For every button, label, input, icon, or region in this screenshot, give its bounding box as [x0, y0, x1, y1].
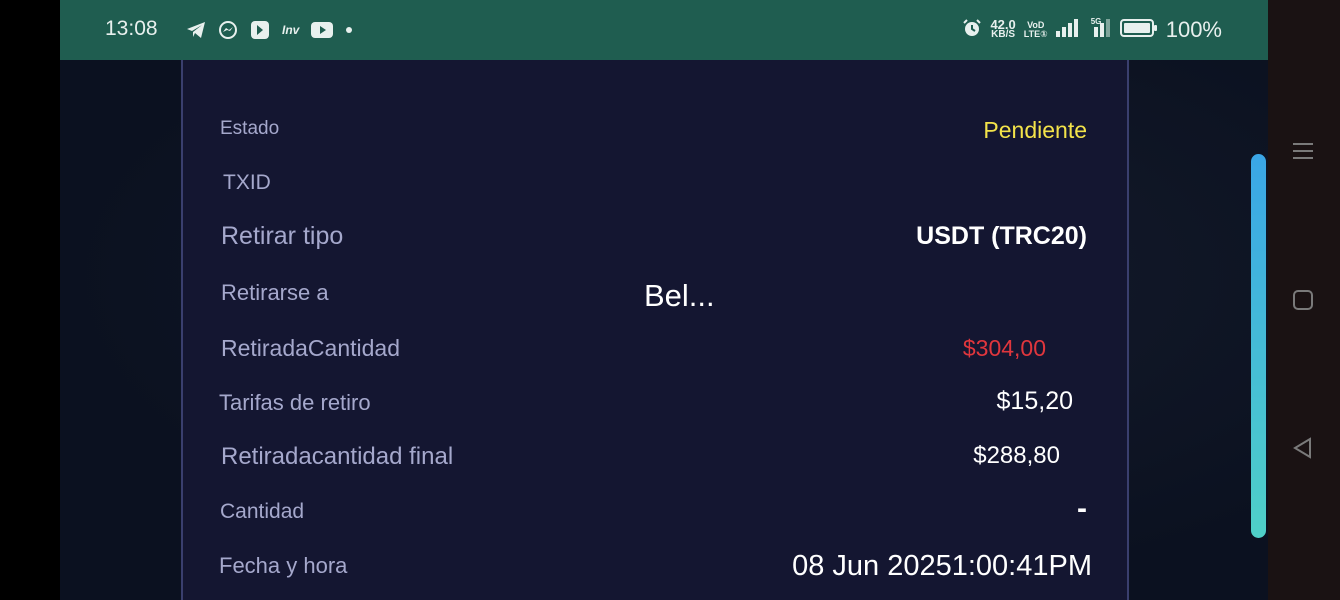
network-speed: 42.0 KB/S	[990, 17, 1016, 40]
signal-5g-icon: 5G	[1088, 17, 1112, 42]
retirarse-value: Bel...	[644, 278, 715, 313]
battery-percent: 100%	[1165, 17, 1222, 42]
inv-icon: Inv	[282, 23, 300, 37]
home-icon[interactable]	[1292, 289, 1314, 316]
app-icon	[250, 20, 270, 40]
messenger-icon	[218, 20, 238, 40]
telegram-icon	[186, 21, 206, 39]
tipo-label: Retirar tipo	[221, 222, 344, 250]
tipo-value: USDT (TRC20)	[916, 222, 1087, 250]
txid-label: TXID	[223, 171, 271, 194]
alarm-icon	[962, 18, 982, 43]
estado-label: Estado	[220, 118, 280, 139]
retirarse-label: Retirarse a	[221, 280, 329, 305]
tarifas-label: Tarifas de retiro	[219, 390, 371, 415]
tarifas-value: $15,20	[996, 387, 1073, 415]
cantidad-retirada-label: RetiradaCantidad	[221, 335, 401, 361]
volte-indicator: VoD LTE①	[1023, 20, 1048, 39]
status-time: 13:08	[105, 17, 158, 40]
cantidad-value: -	[1077, 492, 1087, 525]
final-label: Retiradacantidad final	[221, 443, 454, 470]
withdrawal-detail-card: Estado Pendiente TXID Retirar tipo USDT …	[181, 60, 1129, 600]
scrollbar[interactable]	[1251, 154, 1266, 538]
estado-value: Pendiente	[983, 117, 1087, 143]
dot-icon	[345, 26, 353, 34]
menu-icon[interactable]	[1292, 140, 1314, 167]
navigation-bar	[1268, 0, 1340, 600]
notification-icons: Inv	[186, 18, 353, 42]
status-bar: 13:08 Inv 42.0 KB/S VoD LTE① 5G 100%	[60, 0, 1268, 60]
cantidad-label: Cantidad	[220, 500, 305, 523]
fecha-value: 08 Jun 20251:00:41PM	[792, 550, 1092, 582]
signal-icon	[1055, 18, 1080, 42]
battery-icon	[1119, 18, 1158, 43]
fecha-label: Fecha y hora	[219, 553, 348, 578]
cantidad-retirada-value: $304,00	[962, 335, 1046, 361]
status-right: 42.0 KB/S VoD LTE① 5G 100%	[962, 15, 1222, 45]
back-icon[interactable]	[1292, 437, 1314, 464]
final-value: $288,80	[973, 442, 1060, 469]
youtube-icon	[311, 22, 334, 38]
left-bezel	[0, 0, 60, 600]
app-content: Estado Pendiente TXID Retirar tipo USDT …	[60, 60, 1268, 600]
